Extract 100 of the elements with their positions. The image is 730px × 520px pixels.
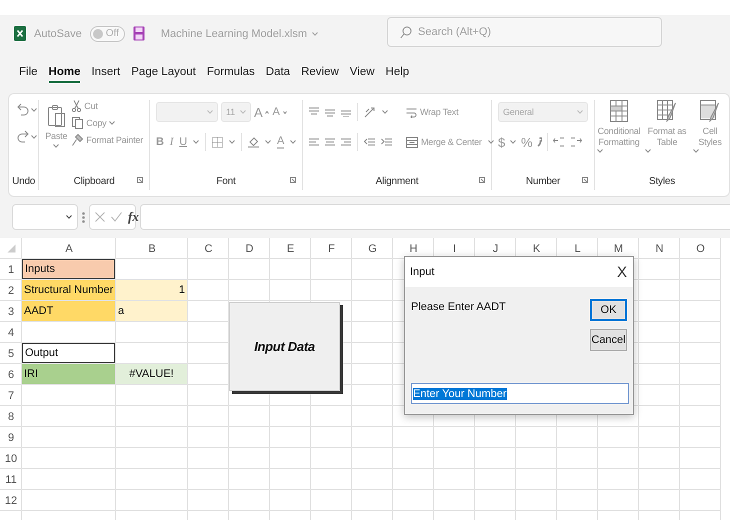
caret-icon <box>192 140 199 144</box>
group-label: Undo <box>12 176 36 186</box>
align-top-icon <box>309 107 319 117</box>
column-header[interactable]: O <box>680 238 721 259</box>
decrease-icon <box>282 110 287 114</box>
ok-button[interactable]: OK <box>590 299 627 321</box>
row-header[interactable]: 6 <box>0 364 22 385</box>
spreadsheet-logo-icon[interactable] <box>14 26 26 41</box>
column-header[interactable]: G <box>352 238 393 259</box>
column-header[interactable]: F <box>311 238 352 259</box>
cell[interactable]: IRI <box>22 364 115 384</box>
increase-indent-icon <box>381 137 392 147</box>
column-header[interactable]: M <box>598 238 639 259</box>
row-header[interactable]: 7 <box>0 385 22 406</box>
row-header[interactable]: 10 <box>0 448 22 469</box>
row-header[interactable]: 9 <box>0 427 22 448</box>
column-header[interactable]: A <box>22 238 116 259</box>
borders-icon <box>212 136 223 148</box>
column-header[interactable]: L <box>557 238 598 259</box>
caret-icon <box>488 140 494 144</box>
cell[interactable]: a <box>116 301 187 321</box>
caret-icon <box>109 121 116 125</box>
caret-icon <box>693 148 699 152</box>
align-center-icon <box>325 137 335 147</box>
column-header[interactable]: K <box>516 238 557 259</box>
close-button[interactable]: X <box>616 264 627 280</box>
group-label: Clipboard <box>74 176 115 186</box>
increase-decimal-icon <box>553 136 566 148</box>
font-name-field[interactable] <box>156 102 218 122</box>
confirm-icon <box>111 212 122 222</box>
increase-icon <box>265 110 270 114</box>
menu-tab[interactable]: Insert <box>91 66 120 83</box>
prompt-text: Please Enter AADT <box>411 301 506 313</box>
merge-cells-icon <box>406 136 418 148</box>
text-angle-icon <box>364 106 376 118</box>
row-header[interactable]: 4 <box>0 322 22 343</box>
row-header[interactable]: 1 <box>0 259 22 280</box>
input-field[interactable]: Enter Your Number <box>411 383 629 404</box>
insert-function-button[interactable]: fx <box>128 209 139 225</box>
cell[interactable]: #VALUE! <box>116 364 187 384</box>
column-header[interactable]: E <box>270 238 311 259</box>
align-left-icon <box>309 137 319 147</box>
name-box[interactable] <box>12 204 78 230</box>
caret-icon <box>577 110 583 114</box>
column-header[interactable]: D <box>229 238 270 259</box>
dialog-launcher-icon <box>479 177 485 183</box>
cell[interactable]: Structural Number <box>22 280 115 300</box>
row-header[interactable]: 8 <box>0 406 22 427</box>
row-header[interactable]: 2 <box>0 280 22 301</box>
fill-color-icon <box>248 136 259 148</box>
menu-tab[interactable]: Data <box>266 66 290 83</box>
cell[interactable]: AADT <box>22 301 115 321</box>
row-header[interactable]: 3 <box>0 301 22 322</box>
cancel-button[interactable]: Cancel <box>590 329 627 351</box>
column-header[interactable]: N <box>639 238 680 259</box>
menu-tab[interactable]: View <box>350 66 375 83</box>
column-header[interactable]: J <box>475 238 516 259</box>
table-grid-icon <box>610 100 628 122</box>
row-header[interactable]: 12 <box>0 490 22 511</box>
input-data-button[interactable]: Input Data <box>229 302 340 391</box>
row-header[interactable]: 11 <box>0 469 22 490</box>
group-label: Alignment <box>376 176 418 186</box>
group-label: Font <box>216 176 236 186</box>
table-brush-icon <box>657 100 677 122</box>
dialog-launcher-icon <box>582 177 588 183</box>
comma-style-icon <box>537 137 542 147</box>
menu-tab[interactable]: Home <box>48 66 80 83</box>
search-icon <box>400 26 412 38</box>
column-header[interactable]: B <box>116 238 188 259</box>
caret-icon <box>264 140 271 144</box>
formula-input[interactable] <box>140 204 730 230</box>
caret-icon <box>31 108 37 112</box>
autosave-label: AutoSave <box>34 28 82 40</box>
undo-icon <box>17 103 29 117</box>
column-header[interactable]: H <box>393 238 434 259</box>
column-header[interactable]: C <box>188 238 229 259</box>
row-header[interactable]: 5 <box>0 343 22 364</box>
redo-icon <box>17 130 29 144</box>
select-all-icon <box>6 244 16 253</box>
dialog-title: Input <box>410 266 434 278</box>
caret-icon <box>510 140 516 144</box>
caret-icon <box>645 148 651 152</box>
caret-icon <box>597 148 603 152</box>
copy-icon <box>72 117 84 129</box>
caret-icon <box>53 144 60 148</box>
scissors-icon <box>72 100 82 112</box>
cell[interactable]: 1 <box>116 280 187 300</box>
menu-tab[interactable]: File <box>19 66 38 83</box>
menu-tab[interactable]: Review <box>301 66 339 83</box>
caret-icon <box>31 135 37 139</box>
clipboard-icon <box>47 104 66 128</box>
save-icon[interactable] <box>132 26 145 41</box>
menu-tab[interactable]: Page Layout <box>131 66 196 83</box>
menu-tab[interactable]: Formulas <box>206 66 255 83</box>
menu-tab[interactable]: Help <box>386 66 410 83</box>
cell[interactable]: Output <box>22 343 115 363</box>
cell[interactable]: Inputs <box>22 259 115 279</box>
caret-icon <box>290 140 296 144</box>
wrap-text-icon <box>406 106 417 118</box>
column-header[interactable]: I <box>434 238 475 259</box>
